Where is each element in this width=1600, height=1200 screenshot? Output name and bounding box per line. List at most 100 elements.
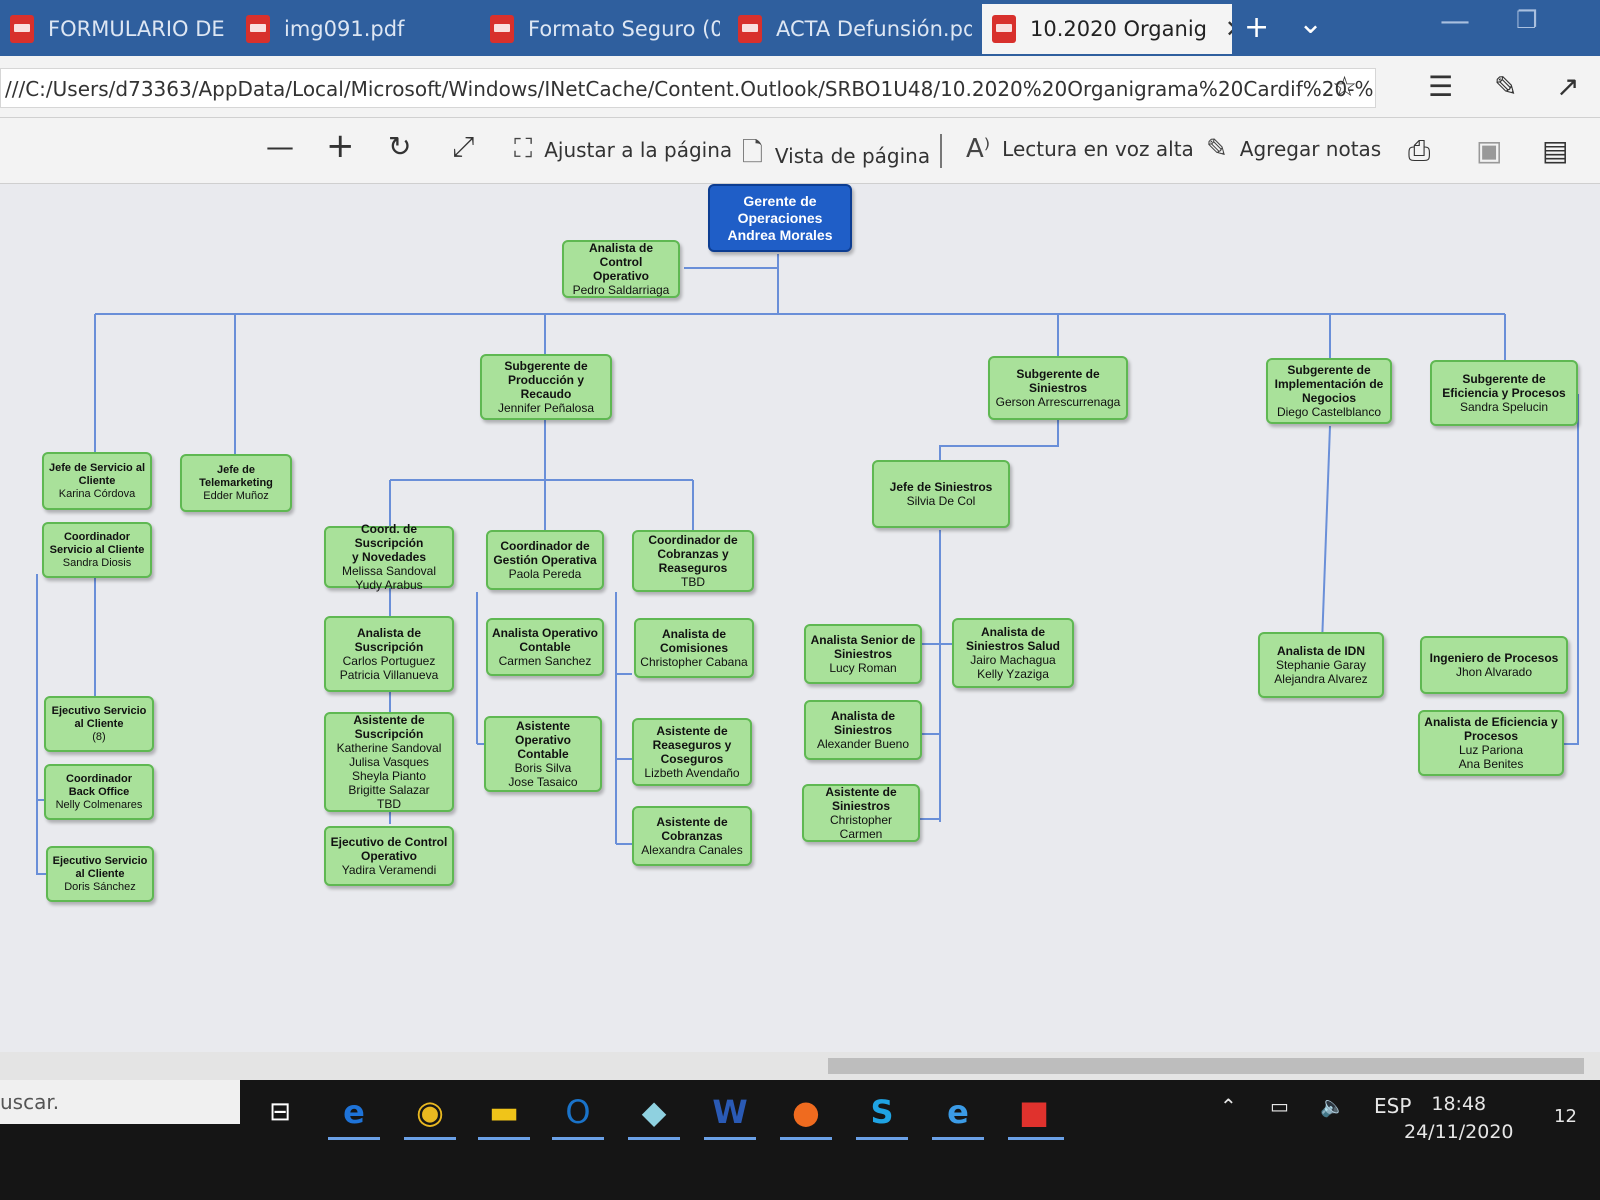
org-node-analista-operativo[interactable]: Analista Operativo Contable Carmen Sanch… (486, 618, 604, 676)
url-field[interactable]: ///C:/Users/d73363/AppData/Local/Microso… (0, 68, 1376, 108)
battery-icon[interactable]: ▭ (1270, 1094, 1289, 1118)
internet-explorer-icon[interactable]: e (928, 1084, 988, 1140)
node-name: Sandra Diosis (62, 556, 132, 569)
org-node-analista-idn[interactable]: Analista de IDN Stephanie Garay Alejandr… (1258, 632, 1384, 698)
org-node-subgerente-implementacion[interactable]: Subgerente de Implementación de Negocios… (1266, 358, 1392, 424)
pen-icon[interactable]: ✎ (1494, 70, 1517, 103)
org-node-coordinador-cobranzas[interactable]: Coordinador de Cobranzas y Reaseguros TB… (632, 530, 754, 592)
firefox-icon[interactable]: ● (776, 1084, 836, 1140)
pdf-reader-icon[interactable]: ■ (1004, 1084, 1064, 1140)
file-explorer-icon[interactable]: ▬ (474, 1084, 534, 1140)
tab-acta-defuncion[interactable]: ACTA Defunsión.pdf (728, 4, 972, 54)
node-title: Analista de Suscripción (354, 626, 424, 654)
task-view-icon[interactable]: ⊟ (250, 1084, 310, 1140)
save-as-icon[interactable]: ▤ (1542, 134, 1568, 167)
edge-icon[interactable]: e (324, 1084, 384, 1140)
zoom-out-button[interactable]: — (266, 130, 294, 163)
org-node-analista-siniestros[interactable]: Analista de Siniestros Alexander Bueno (804, 700, 922, 760)
add-notes-label: Agregar notas (1239, 137, 1382, 161)
read-aloud-icon: A⁾ (966, 134, 991, 164)
fit-page-button[interactable]: ⛶ Ajustar a la página (514, 134, 732, 165)
page-view-button[interactable]: 🗋 Vista de página (742, 134, 930, 178)
org-node-jefe-servicio[interactable]: Jefe de Servicio al Cliente Karina Córdo… (42, 452, 152, 510)
scrollbar-thumb[interactable] (828, 1058, 1584, 1074)
org-node-coord-suscripcion[interactable]: Coord. de Suscripción y Novedades Meliss… (324, 522, 454, 592)
restore-icon[interactable]: ❐ (1516, 6, 1538, 34)
node-title: Jefe de Siniestros (889, 480, 993, 494)
org-node-analista-senior-siniestros[interactable]: Analista Senior de Siniestros Lucy Roman (804, 624, 922, 684)
tab-label: img091.pdf (284, 17, 405, 41)
close-tab-icon[interactable]: ✕ (1225, 15, 1232, 43)
org-node-coordinador-backoffice[interactable]: Coordinador Back Office Nelly Colmenares (44, 764, 154, 820)
node-title: Analista de Eficiencia y Procesos (1424, 715, 1558, 743)
word-icon[interactable]: W (700, 1084, 760, 1140)
org-node-gerente-operaciones[interactable]: Gerente de Operaciones Andrea Morales (708, 184, 852, 252)
node-title: Jefe de Telemarketing (199, 463, 273, 489)
horizontal-scrollbar[interactable] (0, 1052, 1600, 1080)
pdf-document-canvas: Gerente de Operaciones Andrea Morales An… (0, 184, 1600, 1056)
org-node-coordinador-gestion[interactable]: Coordinador de Gestión Operativa Paola P… (486, 530, 604, 590)
org-node-ejecutivo-servicio-doris[interactable]: Ejecutivo Servicio al Cliente Doris Sánc… (46, 846, 154, 902)
node-name: Boris Silva Jose Tasaico (508, 761, 578, 789)
tab-formulario[interactable]: FORMULARIO DE DE (0, 4, 232, 54)
node-title: Analista de Comisiones (659, 627, 728, 655)
org-node-analista-control[interactable]: Analista de Control Operativo Pedro Sald… (562, 240, 680, 298)
taskbar-search-box[interactable]: uscar. (0, 1080, 240, 1124)
print-icon[interactable]: ⎙ (1408, 134, 1430, 168)
org-node-jefe-siniestros[interactable]: Jefe de Siniestros Silvia De Col (872, 460, 1010, 528)
tab-img091[interactable]: img091.pdf (236, 4, 472, 54)
fit-page-label: Ajustar a la página (544, 137, 733, 162)
taskbar-clock[interactable]: 18:48 24/11/2020 (1404, 1090, 1514, 1146)
org-node-analista-siniestros-salud[interactable]: Analista de Siniestros Salud Jairo Macha… (952, 618, 1074, 688)
org-node-analista-eficiencia[interactable]: Analista de Eficiencia y Procesos Luz Pa… (1418, 710, 1564, 776)
share-icon[interactable]: ↗ (1556, 70, 1579, 103)
node-title: Analista Senior de Siniestros (810, 633, 916, 661)
tab-formato-seguro[interactable]: Formato Seguro (00; (480, 4, 720, 54)
rotate-icon[interactable]: ↻ (388, 130, 411, 163)
org-node-ejecutivo-control[interactable]: Ejecutivo de Control Operativo Yadira Ve… (324, 826, 454, 886)
minimize-icon[interactable]: — (1440, 4, 1470, 39)
read-aloud-label: Lectura en voz alta (1002, 137, 1194, 161)
org-node-asistente-suscripcion[interactable]: Asistente de Suscripción Katherine Sando… (324, 712, 454, 812)
tab-organigrama[interactable]: 10.2020 Organig ✕ (982, 4, 1232, 54)
node-name: TBD (681, 575, 705, 589)
node-title: Coordinador de Cobranzas y Reaseguros (648, 533, 738, 575)
org-node-ingeniero-procesos[interactable]: Ingeniero de Procesos Jhon Alvarado (1420, 636, 1568, 694)
address-bar-row: ///C:/Users/d73363/AppData/Local/Microso… (0, 56, 1600, 118)
org-node-ejecutivo-servicio-8[interactable]: Ejecutivo Servicio al Cliente (8) (44, 696, 154, 752)
node-title: Asistente de Cobranzas (656, 815, 728, 843)
node-title: Coordinador Servicio al Cliente (49, 530, 145, 556)
fullscreen-icon[interactable]: ⤢ (452, 130, 474, 164)
pdf-icon (490, 15, 514, 43)
org-node-subgerente-produccion[interactable]: Subgerente de Producción y Recaudo Jenni… (480, 354, 612, 420)
new-tab-button[interactable]: + (1244, 10, 1269, 45)
chrome-icon[interactable]: ◉ (400, 1084, 460, 1140)
node-name: Christopher Carmen (829, 813, 893, 841)
favorite-star-icon[interactable]: ☆ (1332, 70, 1357, 103)
tab-list-chevron-icon[interactable]: ⌄ (1298, 6, 1323, 41)
outlook-icon[interactable]: O (548, 1084, 608, 1140)
node-title: Analista Operativo Contable (491, 626, 599, 654)
node-name: Edder Muñoz (203, 489, 269, 502)
save-icon[interactable]: ▣ (1476, 134, 1502, 167)
org-node-asistente-operativo[interactable]: Asistente Operativo Contable Boris Silva… (484, 716, 602, 792)
skype-icon[interactable]: S (852, 1084, 912, 1140)
node-title: Asistente Operativo Contable (514, 719, 571, 761)
org-node-asistente-reaseguros[interactable]: Asistente de Reaseguros y Coseguros Lizb… (632, 718, 752, 786)
volume-icon[interactable]: 🔈 (1320, 1094, 1345, 1118)
org-node-subgerente-eficiencia[interactable]: Subgerente de Eficiencia y Procesos Sand… (1430, 360, 1578, 426)
favorites-list-icon[interactable]: ☰ (1428, 70, 1453, 103)
org-node-subgerente-siniestros[interactable]: Subgerente de Siniestros Gerson Arrescur… (988, 356, 1128, 420)
org-node-asistente-cobranzas[interactable]: Asistente de Cobranzas Alexandra Canales (632, 806, 752, 866)
app-icon[interactable]: ◆ (624, 1084, 684, 1140)
zoom-in-button[interactable]: + (326, 126, 355, 166)
org-node-coordinador-servicio[interactable]: Coordinador Servicio al Cliente Sandra D… (42, 522, 152, 578)
org-node-analista-comisiones[interactable]: Analista de Comisiones Christopher Caban… (634, 618, 754, 678)
org-node-jefe-telemarketing[interactable]: Jefe de Telemarketing Edder Muñoz (180, 454, 292, 512)
org-node-asistente-siniestros[interactable]: Asistente de Siniestros Christopher Carm… (802, 784, 920, 842)
read-aloud-button[interactable]: A⁾ Lectura en voz alta (966, 134, 1194, 164)
org-node-analista-suscripcion[interactable]: Analista de Suscripción Carlos Portuguez… (324, 616, 454, 692)
notifications-badge[interactable]: 12 (1554, 1106, 1577, 1127)
show-hidden-icons-chevron-icon[interactable]: ⌃ (1220, 1094, 1237, 1118)
add-notes-button[interactable]: ✎ Agregar notas (1206, 134, 1381, 164)
